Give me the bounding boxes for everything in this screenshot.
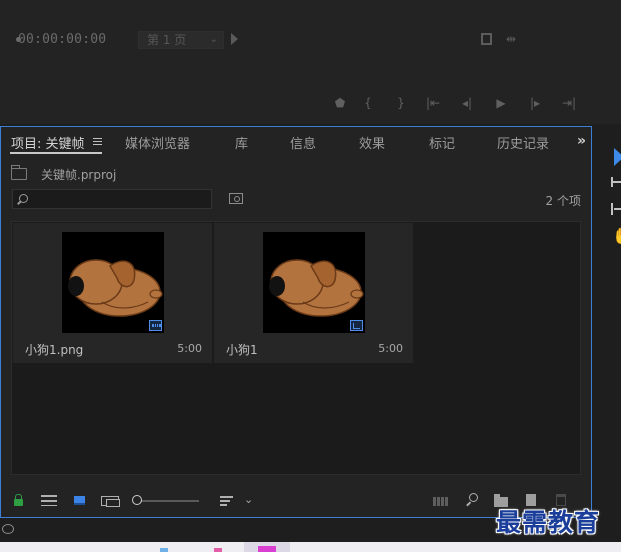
tab-info[interactable]: 信息 bbox=[290, 133, 316, 152]
lock-icon[interactable] bbox=[14, 494, 23, 506]
project-name: 关键帧.prproj bbox=[41, 167, 117, 182]
media-tile[interactable]: 小狗1 5:00 bbox=[214, 223, 413, 363]
taskbar bbox=[0, 542, 621, 552]
ripple-edit-tool-icon[interactable] bbox=[611, 203, 621, 215]
dog-image bbox=[68, 259, 163, 317]
thumbnail bbox=[263, 232, 365, 333]
icon-view-icon[interactable] bbox=[74, 496, 85, 505]
media-name: 小狗1.png bbox=[25, 343, 84, 357]
media-name: 小狗1 bbox=[226, 343, 258, 357]
taskbar-app-icon[interactable] bbox=[214, 548, 222, 552]
add-marker-icon[interactable]: ⬟ bbox=[330, 96, 350, 110]
list-view-icon[interactable] bbox=[41, 495, 57, 506]
media-duration: 5:00 bbox=[378, 342, 403, 355]
panel-menu-icon[interactable] bbox=[93, 138, 102, 145]
track-select-tool-icon[interactable] bbox=[611, 177, 621, 187]
hand-tool-icon[interactable]: ✋ bbox=[612, 228, 621, 244]
project-path: 关键帧.prproj bbox=[11, 165, 116, 183]
freeform-view-icon[interactable] bbox=[101, 496, 120, 507]
chevron-down-icon: ⌄ bbox=[209, 34, 218, 45]
go-to-out-icon[interactable]: ⇥| bbox=[552, 96, 586, 110]
settings-icon[interactable]: ⇹ bbox=[506, 33, 516, 45]
sequence-icon bbox=[350, 320, 363, 331]
step-forward-icon[interactable]: |▸ bbox=[518, 96, 552, 110]
play-icon[interactable] bbox=[231, 33, 238, 45]
tab-markers[interactable]: 标记 bbox=[429, 133, 455, 152]
item-count: 2 个项 bbox=[545, 194, 581, 208]
premiere-app-icon[interactable] bbox=[258, 546, 276, 552]
step-back-icon[interactable]: ◂| bbox=[450, 96, 484, 110]
mark-in-icon[interactable]: { bbox=[350, 96, 386, 110]
find-icon[interactable] bbox=[466, 493, 478, 505]
taskbar-app-icon[interactable] bbox=[160, 548, 168, 552]
tools-panel: ✋ bbox=[601, 140, 621, 252]
watermark-logo: 最需教育 bbox=[496, 508, 601, 537]
parent-folder-icon[interactable] bbox=[11, 165, 27, 180]
mark-out-icon[interactable]: } bbox=[386, 96, 416, 110]
project-panel: 项目: 关键帧 媒体浏览器 库 信息 效果 标记 历史记录 » 关键帧.prpr… bbox=[0, 126, 592, 518]
automate-to-sequence-icon[interactable] bbox=[433, 497, 449, 506]
sort-icon[interactable] bbox=[220, 496, 233, 506]
play-button-icon[interactable]: ▶ bbox=[484, 96, 518, 110]
panel-tabs: 项目: 关键帧 媒体浏览器 库 信息 效果 标记 历史记录 » bbox=[1, 127, 591, 155]
export-frame-icon[interactable] bbox=[481, 33, 492, 45]
tab-history[interactable]: 历史记录 bbox=[497, 133, 549, 152]
timecode-display[interactable]: 00:00:00:00 bbox=[15, 32, 106, 47]
creative-cloud-icon[interactable] bbox=[2, 524, 14, 534]
transport-controls: ⬟ { } |⇤ ◂| ▶ |▸ ⇥| bbox=[330, 96, 586, 110]
media-tile[interactable]: 小狗1.png 5:00 bbox=[13, 223, 212, 363]
tab-media-browser[interactable]: 媒体浏览器 bbox=[125, 133, 190, 152]
still-image-icon bbox=[149, 320, 162, 331]
tab-project[interactable]: 项目: 关键帧 bbox=[11, 133, 85, 152]
go-to-in-icon[interactable]: |⇤ bbox=[416, 96, 450, 110]
zoom-slider[interactable] bbox=[133, 500, 199, 502]
tab-overflow-icon[interactable]: » bbox=[577, 133, 586, 149]
page-select-value: 第 1 页 bbox=[147, 33, 187, 47]
thumbnail bbox=[62, 232, 164, 333]
dog-image bbox=[269, 259, 364, 317]
tab-libraries[interactable]: 库 bbox=[235, 133, 248, 152]
new-search-bin-icon[interactable] bbox=[229, 193, 243, 204]
zoom-slider-handle[interactable] bbox=[132, 495, 142, 505]
media-duration: 5:00 bbox=[177, 342, 202, 355]
search-icon bbox=[19, 194, 28, 203]
active-tab-indicator bbox=[10, 152, 102, 154]
media-grid: 小狗1.png 5:00 小狗1 5:00 bbox=[11, 221, 581, 475]
search-input[interactable] bbox=[12, 189, 212, 209]
tab-effects[interactable]: 效果 bbox=[359, 133, 385, 152]
program-monitor: 00:00:00:00 第 1 页 ⌄ ⇹ ⬟ { } |⇤ ◂| ▶ |▸ ⇥… bbox=[0, 0, 621, 124]
chevron-down-icon[interactable]: ⌄ bbox=[244, 493, 253, 506]
selection-tool-icon[interactable] bbox=[614, 148, 621, 166]
page-select[interactable]: 第 1 页 ⌄ bbox=[138, 31, 224, 49]
